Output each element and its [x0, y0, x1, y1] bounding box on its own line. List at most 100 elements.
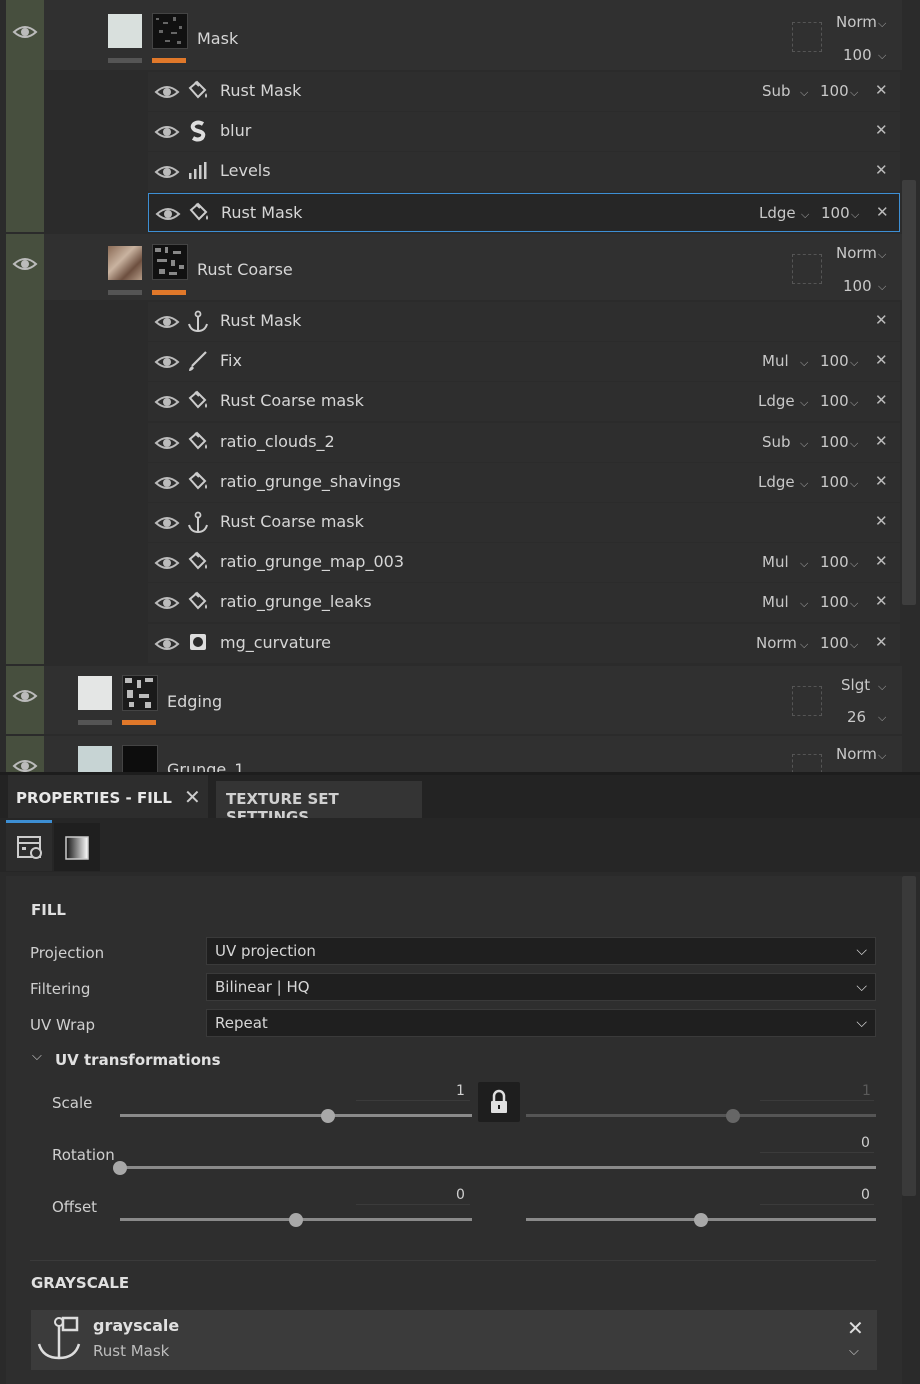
effect-opacity[interactable]: 100 — [820, 553, 849, 571]
uv-transformations-header[interactable]: UV transformations — [55, 1051, 221, 1069]
remove-effect-icon[interactable]: ✕ — [875, 633, 888, 651]
chevron-down-icon[interactable]: ⌵ — [878, 17, 886, 31]
visibility-eye-icon[interactable] — [154, 513, 180, 533]
effect-blend-mode[interactable]: Sub — [762, 433, 791, 451]
chevron-down-icon[interactable]: ⌵ — [800, 86, 808, 100]
visibility-eye-icon[interactable] — [12, 756, 40, 772]
tab-texture-set-settings[interactable]: TEXTURE SET SETTINGS — [216, 781, 422, 826]
effect-opacity[interactable]: 100 — [820, 634, 849, 652]
effect-blend-mode[interactable]: Ldge — [758, 392, 795, 410]
chevron-down-icon[interactable]: ⌵ — [800, 557, 808, 571]
rotation-slider-knob[interactable] — [113, 1161, 127, 1175]
offset-u-slider-knob[interactable] — [289, 1213, 303, 1227]
visibility-eye-icon[interactable] — [154, 312, 180, 332]
remove-source-icon[interactable]: ✕ — [847, 1316, 864, 1340]
layer-opacity[interactable]: 26 — [847, 708, 866, 726]
chevron-down-icon[interactable]: ⌵ — [878, 711, 886, 725]
filtering-select[interactable]: Bilinear | HQ ⌵ — [206, 973, 876, 1001]
effect-row[interactable]: mg_curvature Norm ⌵ 100 ⌵ ✕ — [148, 623, 900, 663]
remove-effect-icon[interactable]: ✕ — [875, 512, 888, 530]
scale-u-track[interactable] — [120, 1114, 472, 1117]
chevron-down-icon[interactable]: ⌵ — [878, 749, 886, 763]
visibility-eye-icon[interactable] — [12, 254, 40, 274]
grayscale-source-slot[interactable]: grayscale Rust Mask ✕ ⌵ — [31, 1310, 877, 1370]
effect-blend-mode[interactable]: Ldge — [759, 204, 796, 222]
layer-mask-thumbnail[interactable] — [122, 745, 158, 772]
scale-u-slider-knob[interactable] — [320, 1109, 335, 1123]
visibility-eye-icon[interactable] — [154, 553, 180, 573]
remove-effect-icon[interactable]: ✕ — [876, 203, 889, 221]
layer-stack-scrollbar[interactable] — [902, 180, 916, 605]
effect-opacity[interactable]: 100 — [820, 352, 849, 370]
remove-effect-icon[interactable]: ✕ — [875, 121, 888, 139]
effect-blend-mode[interactable]: Mul — [762, 553, 789, 571]
chevron-down-icon[interactable]: ⌵ — [850, 638, 858, 652]
effect-opacity[interactable]: 100 — [820, 392, 849, 410]
visibility-eye-icon[interactable] — [154, 593, 180, 613]
layer-options-box[interactable] — [792, 254, 822, 284]
projection-select[interactable]: UV projection ⌵ — [206, 937, 876, 965]
effect-blend-mode[interactable]: Mul — [762, 593, 789, 611]
layer-options-box[interactable] — [792, 686, 822, 716]
visibility-eye-icon[interactable] — [154, 433, 180, 453]
chevron-down-icon[interactable]: ⌵ — [878, 280, 886, 294]
effect-blend-mode[interactable]: Sub — [762, 82, 791, 100]
layer-options-box[interactable] — [792, 22, 822, 52]
chevron-down-icon[interactable]: ⌵ — [878, 248, 886, 262]
offset-v-value[interactable]: 0 — [861, 1187, 870, 1203]
layer-opacity[interactable]: 100 — [843, 277, 872, 295]
layer-options-box[interactable] — [792, 754, 822, 772]
rotation-value[interactable]: 0 — [861, 1135, 870, 1151]
chevron-down-icon[interactable]: ⌵ — [800, 437, 808, 451]
effect-opacity[interactable]: 100 — [820, 473, 849, 491]
layer-blend-mode[interactable]: Norm — [836, 745, 877, 763]
layer-blend-mode[interactable]: Norm — [836, 13, 877, 31]
effect-opacity[interactable]: 100 — [821, 204, 850, 222]
effect-row[interactable]: ratio_clouds_2 Sub ⌵ 100 ⌵ ✕ — [148, 422, 900, 462]
effect-row[interactable]: ratio_grunge_shavings Ldge ⌵ 100 ⌵ ✕ — [148, 462, 900, 502]
scale-u-value[interactable]: 1 — [456, 1083, 465, 1099]
effect-row[interactable]: Rust Mask Ldge ⌵ 100 ⌵ ✕ — [148, 192, 900, 232]
chevron-down-icon[interactable]: ⌵ — [800, 356, 808, 370]
effect-opacity[interactable]: 100 — [820, 433, 849, 451]
remove-effect-icon[interactable]: ✕ — [875, 81, 888, 99]
remove-effect-icon[interactable]: ✕ — [875, 391, 888, 409]
visibility-eye-icon[interactable] — [154, 122, 180, 142]
chevron-down-icon[interactable]: ⌵ — [800, 396, 808, 410]
remove-effect-icon[interactable]: ✕ — [875, 351, 888, 369]
effect-blend-mode[interactable]: Norm — [756, 634, 797, 652]
offset-u-value[interactable]: 0 — [456, 1187, 465, 1203]
visibility-eye-icon[interactable] — [155, 204, 181, 224]
properties-scrollbar[interactable] — [902, 876, 916, 1196]
layer-blend-mode[interactable]: Norm — [836, 244, 877, 262]
collapse-chevron-icon[interactable]: ⌵ — [32, 1049, 42, 1064]
remove-effect-icon[interactable]: ✕ — [875, 552, 888, 570]
effect-row[interactable]: ratio_grunge_map_003 Mul ⌵ 100 ⌵ ✕ — [148, 543, 900, 583]
layer-mask-thumbnail[interactable] — [152, 244, 188, 280]
tab-properties-fill[interactable]: PROPERTIES - FILL ✕ — [8, 775, 208, 821]
effect-blend-mode[interactable]: Mul — [762, 352, 789, 370]
layer-mask-thumbnail[interactable] — [152, 13, 188, 49]
fill-settings-tab[interactable] — [6, 823, 52, 871]
chevron-down-icon[interactable]: ⌵ — [850, 437, 858, 451]
chevron-down-icon[interactable]: ⌵ — [878, 680, 886, 694]
effect-row[interactable]: Rust Coarse mask ✕ — [148, 503, 900, 542]
effect-row[interactable]: Rust Coarse mask Ldge ⌵ 100 ⌵ ✕ — [148, 382, 900, 422]
remove-effect-icon[interactable]: ✕ — [875, 432, 888, 450]
chevron-down-icon[interactable]: ⌵ — [851, 208, 859, 222]
visibility-eye-icon[interactable] — [12, 22, 40, 42]
chevron-down-icon[interactable]: ⌵ — [800, 597, 808, 611]
chevron-down-icon[interactable]: ⌵ — [850, 597, 858, 611]
effect-row[interactable]: Levels ✕ — [148, 152, 900, 192]
layer-opacity[interactable]: 100 — [843, 46, 872, 64]
remove-effect-icon[interactable]: ✕ — [875, 592, 888, 610]
chevron-down-icon[interactable]: ⌵ — [800, 477, 808, 491]
chevron-down-icon[interactable]: ⌵ — [878, 49, 886, 63]
effect-blend-mode[interactable]: Ldge — [758, 473, 795, 491]
remove-effect-icon[interactable]: ✕ — [875, 472, 888, 490]
chevron-down-icon[interactable]: ⌵ — [850, 557, 858, 571]
layer-mask-thumbnail[interactable] — [122, 675, 158, 711]
layer-blend-mode[interactable]: Slgt — [841, 676, 870, 694]
rotation-track[interactable] — [120, 1166, 876, 1169]
visibility-eye-icon[interactable] — [154, 392, 180, 412]
